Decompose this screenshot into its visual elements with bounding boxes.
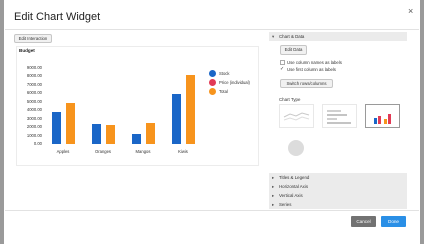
cancel-button[interactable]: Cancel [351, 216, 376, 227]
section-chart-data[interactable]: ▾ Chart & Data [269, 32, 407, 41]
chevron-right-icon: ▸ [272, 175, 275, 180]
section-horizontal-axis[interactable]: ▸ Horizontal Axis [269, 182, 407, 191]
modal-backdrop-left [0, 0, 4, 244]
section-label: Chart & Data [279, 34, 305, 39]
chart-title: Budget [19, 48, 35, 53]
section-label: Series [279, 202, 292, 207]
close-icon[interactable]: × [408, 6, 413, 16]
edit-interaction-button[interactable]: Edit Interaction [14, 34, 52, 43]
chart-type-pie[interactable] [288, 140, 304, 156]
checkbox-label: Use first column as labels [287, 67, 336, 72]
section-vertical-axis[interactable]: ▸ Vertical Axis [269, 191, 407, 200]
checkbox-label: Use column names as labels [287, 60, 342, 65]
header-divider [5, 29, 419, 30]
chevron-right-icon: ▸ [272, 193, 275, 198]
dialog-title: Edit Chart Widget [14, 11, 101, 23]
chart-type-column[interactable] [365, 104, 400, 128]
section-series[interactable]: ▸ Series [269, 200, 407, 209]
edit-data-button[interactable]: Edit Data [280, 45, 307, 55]
horizontal-bar-chart-icon [327, 110, 351, 124]
chevron-right-icon: ▸ [272, 202, 275, 207]
chart-preview-panel [16, 46, 259, 166]
chart-type-line[interactable] [279, 104, 314, 128]
section-label: Horizontal Axis [279, 184, 309, 189]
done-button[interactable]: Done [381, 216, 406, 227]
chart-type-horizontal-bar[interactable] [322, 104, 357, 128]
modal-backdrop-right [420, 0, 424, 244]
chart-type-label: Chart Type [279, 97, 301, 102]
section-label: Titles & Legend [279, 175, 310, 180]
chevron-down-icon: ▾ [272, 34, 275, 39]
switch-rows-columns-button[interactable]: Switch rows/columns [280, 79, 333, 88]
section-label: Vertical Axis [279, 193, 303, 198]
line-chart-icon [283, 112, 310, 121]
column-chart-icon [374, 114, 391, 124]
chevron-right-icon: ▸ [272, 184, 275, 189]
section-titles-legend[interactable]: ▸ Titles & Legend [269, 173, 407, 182]
checkbox-column-names[interactable] [280, 60, 285, 65]
checkmark-icon[interactable]: ✓ [280, 66, 284, 72]
footer-divider [5, 210, 419, 211]
